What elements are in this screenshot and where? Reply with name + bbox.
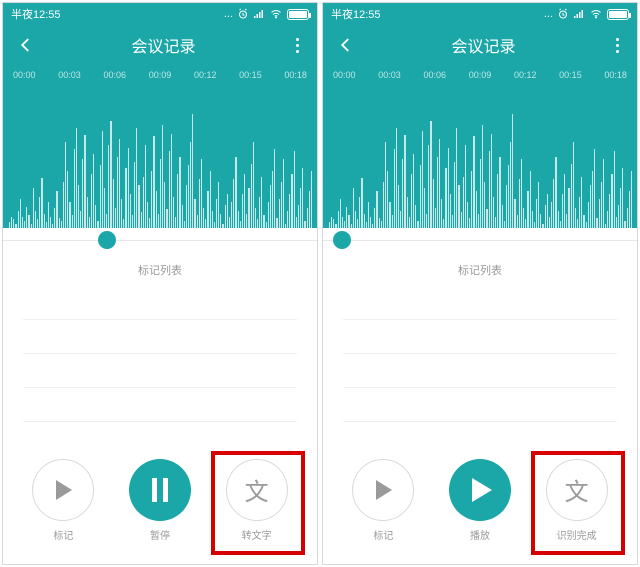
time-tick: 00:15 (239, 70, 262, 80)
play-icon (472, 478, 492, 502)
time-tick: 00:09 (149, 70, 172, 80)
waveform[interactable] (3, 85, 317, 228)
phone-screen-right: 半夜12:55 ... 会议记录 00:00 00:03 00:06 00:09… (322, 2, 638, 565)
mark-button[interactable]: 标记 (32, 459, 94, 542)
waveform-panel: 半夜12:55 ... 会议记录 00:00 00:03 00:06 00:09… (3, 3, 317, 228)
page-title: 会议记录 (451, 33, 515, 57)
list-item (343, 388, 617, 422)
flag-icon (376, 480, 392, 500)
time-tick: 00:15 (559, 70, 582, 80)
page-title: 会议记录 (131, 33, 195, 57)
marklist-title: 标记列表 (323, 256, 637, 286)
battery-icon (287, 9, 309, 20)
time-tick: 00:12 (194, 70, 217, 80)
back-icon[interactable] (337, 36, 355, 54)
player-controls: 标记 暂停 文 转文字 (3, 446, 317, 564)
list-item (23, 286, 297, 320)
flag-icon (56, 480, 72, 500)
time-tick: 00:03 (58, 70, 81, 80)
time-tick: 00:12 (514, 70, 537, 80)
more-icon[interactable] (292, 34, 303, 57)
nav-bar: 会议记录 (323, 25, 637, 65)
network-dots-icon: ... (544, 8, 553, 20)
timeline-ruler: 00:00 00:03 00:06 00:09 00:12 00:15 00:1… (323, 65, 637, 85)
time-tick: 00:09 (469, 70, 492, 80)
marklist (323, 286, 637, 446)
nav-bar: 会议记录 (3, 25, 317, 65)
signal-icon (253, 8, 265, 20)
status-time: 半夜12:55 (11, 6, 61, 22)
list-item (343, 286, 617, 320)
pause-icon (152, 478, 168, 502)
more-icon[interactable] (612, 34, 623, 57)
time-tick: 00:18 (604, 70, 627, 80)
status-bar: 半夜12:55 ... (3, 3, 317, 25)
network-dots-icon: ... (224, 8, 233, 20)
time-tick: 00:18 (284, 70, 307, 80)
alarm-icon (237, 8, 249, 20)
status-icons: ... (544, 8, 629, 20)
text-icon: 文 (245, 472, 269, 507)
wifi-icon (269, 8, 283, 20)
text-icon: 文 (565, 472, 589, 507)
back-icon[interactable] (17, 36, 35, 54)
time-tick: 00:00 (333, 70, 356, 80)
waveform[interactable] (323, 85, 637, 228)
playhead-slider[interactable] (323, 228, 637, 256)
marklist (3, 286, 317, 446)
slider-thumb[interactable] (333, 231, 351, 249)
list-item (343, 354, 617, 388)
time-tick: 00:06 (103, 70, 126, 80)
phone-screen-left: 半夜12:55 ... 会议记录 00:00 00:03 00:06 00:09… (2, 2, 318, 565)
status-bar: 半夜12:55 ... (323, 3, 637, 25)
playhead-slider[interactable] (3, 228, 317, 256)
slider-thumb[interactable] (98, 231, 116, 249)
status-icons: ... (224, 8, 309, 20)
battery-icon (607, 9, 629, 20)
transcribe-button[interactable]: 文 转文字 (226, 459, 288, 542)
list-item (23, 354, 297, 388)
timeline-ruler: 00:00 00:03 00:06 00:09 00:12 00:15 00:1… (3, 65, 317, 85)
list-item (343, 320, 617, 354)
pause-button[interactable]: 暂停 (129, 459, 191, 542)
list-item (23, 388, 297, 422)
time-tick: 00:00 (13, 70, 36, 80)
waveform-panel: 半夜12:55 ... 会议记录 00:00 00:03 00:06 00:09… (323, 3, 637, 228)
time-tick: 00:06 (423, 70, 446, 80)
signal-icon (573, 8, 585, 20)
alarm-icon (557, 8, 569, 20)
mark-button[interactable]: 标记 (352, 459, 414, 542)
player-controls: 标记 播放 文 识别完成 (323, 446, 637, 564)
wifi-icon (589, 8, 603, 20)
list-item (23, 320, 297, 354)
status-time: 半夜12:55 (331, 6, 381, 22)
time-tick: 00:03 (378, 70, 401, 80)
marklist-title: 标记列表 (3, 256, 317, 286)
transcribe-button[interactable]: 文 识别完成 (546, 459, 608, 542)
play-button[interactable]: 播放 (449, 459, 511, 542)
